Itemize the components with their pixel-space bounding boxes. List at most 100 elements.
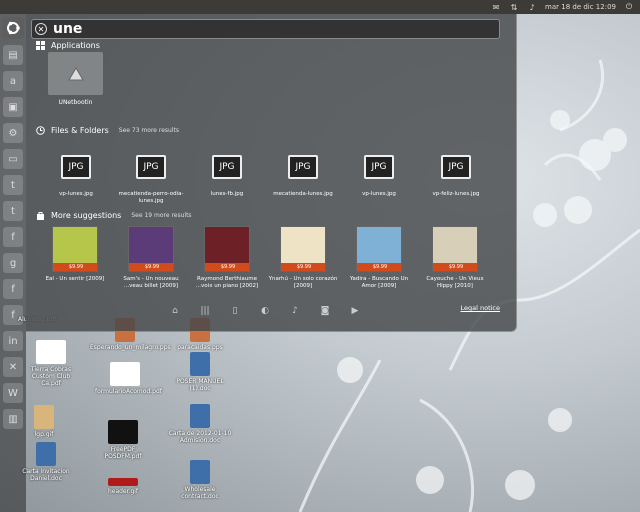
album-label: Ynarhú - Un solo corazón [2009] — [268, 276, 338, 289]
jpg-file-icon: JPG — [288, 155, 318, 179]
price-tag: $9.99 — [205, 263, 249, 271]
music-note-icon[interactable]: ♪ — [288, 304, 302, 318]
desktop-file[interactable]: POSER MANUEL (1).doc — [165, 352, 235, 392]
desktop-file[interactable]: Tierra Cobras Custom Club Ca.pdf — [22, 340, 80, 387]
pdf-thumbnail-icon — [36, 340, 66, 364]
album-label: Raymond Berthiaume ...voix un piano [200… — [195, 276, 259, 289]
writer-doc-icon — [190, 404, 210, 428]
applications-header: Applications — [36, 41, 100, 50]
photos-lens-icon[interactable]: ◙ — [318, 304, 332, 318]
twitter-icon[interactable]: t — [3, 201, 23, 221]
file-label: vp-lunes.jpg — [362, 191, 396, 197]
album-cover: $9.99 — [432, 226, 478, 272]
desktop-file-label: FreePDF POSDFM.pdf — [104, 446, 142, 460]
desktop-file[interactable]: Carta de 2012-01-10 Admision.doc — [165, 404, 235, 444]
file-result[interactable]: JPG mecatienda-lunes.jpg — [263, 155, 343, 198]
writer-doc-icon — [36, 442, 56, 466]
clear-search-icon[interactable]: ✕ — [35, 23, 47, 35]
album-result[interactable]: $9.99 Eal - Un sentir [2009] — [38, 226, 112, 283]
desktop-file-label: POSER MANUEL (1).doc — [176, 378, 224, 392]
writer-doc-icon — [190, 352, 210, 376]
desktop-file-label: formularioAcomod.pdf — [95, 388, 162, 395]
files-lens-icon[interactable]: ▯ — [228, 304, 242, 318]
desktop-file[interactable]: Carta invitacion Daniel.doc — [18, 442, 74, 482]
video-lens-icon[interactable]: ▶ — [348, 304, 362, 318]
desktop-file[interactable]: lgp.gif — [22, 405, 66, 438]
album-label: Yadira - Buscando Un Amor [2009] — [349, 276, 409, 289]
price-tag: $9.99 — [129, 263, 173, 271]
see-more-suggestions-link[interactable]: See 19 more results — [131, 212, 191, 219]
file-label: lunes-fb.jpg — [210, 191, 244, 197]
apps-lens-icon[interactable]: ||| — [198, 304, 212, 318]
facebook-icon[interactable]: f — [3, 227, 23, 247]
dash-home-button[interactable] — [2, 17, 24, 39]
home-lens-icon[interactable]: ⌂ — [168, 304, 182, 318]
amazon-icon[interactable]: a — [3, 71, 23, 91]
desktop-file-label: lgp.gif — [34, 431, 54, 438]
search-input[interactable] — [53, 21, 453, 37]
album-cover: $9.99 — [356, 226, 402, 272]
file-label: vp-feliz-lunes.jpg — [432, 191, 480, 197]
desktop-file-label: header.gif — [107, 488, 139, 495]
desktop-file-label: Carta invitacion Daniel.doc — [22, 468, 70, 482]
desktop-file-label: paracaidas.pps — [177, 344, 223, 351]
twitter-icon[interactable]: t — [3, 175, 23, 195]
jpg-file-icon: JPG — [136, 155, 166, 179]
clock-icon — [36, 126, 45, 135]
file-result[interactable]: JPG mecatienda-perro-odia-lunes.jpg — [111, 155, 191, 205]
software-center-icon[interactable]: ▣ — [3, 97, 23, 117]
file-result[interactable]: JPG vp-lunes.jpg — [36, 155, 116, 198]
file-label: vp-lunes.jpg — [59, 191, 93, 197]
section-title: More suggestions — [51, 211, 122, 220]
linkedin-icon[interactable]: in — [3, 331, 23, 351]
terminal-icon[interactable]: ▭ — [3, 149, 23, 169]
facebook-icon[interactable]: f — [3, 279, 23, 299]
price-tag: $9.99 — [433, 263, 477, 271]
writer-icon[interactable]: W — [3, 383, 23, 403]
album-result[interactable]: $9.99 Sam's - Un nouveau ...veau billet … — [114, 226, 188, 290]
file-label: mecatienda-perro-odia-lunes.jpg — [118, 191, 184, 204]
app-result-unetbootin[interactable]: UNetbootin — [48, 52, 103, 112]
desktop-file-label: Carta de 2012-01-10 Admision.doc — [168, 430, 232, 444]
file-result[interactable]: JPG vp-lunes.jpg — [339, 155, 419, 198]
desktop-file[interactable]: header.gif — [95, 478, 151, 495]
settings-icon[interactable]: ⚙ — [3, 123, 23, 143]
price-tag: $9.99 — [281, 263, 325, 271]
clock[interactable]: mar 18 de dic 12:09 — [545, 3, 616, 11]
desktop-file[interactable]: FreePDF POSDFM.pdf — [95, 420, 151, 460]
album-result[interactable]: $9.99 Raymond Berthiaume ...voix un pian… — [190, 226, 264, 290]
image-icon — [108, 478, 138, 486]
file-result[interactable]: JPG vp-feliz-lunes.jpg — [416, 155, 496, 198]
file-result[interactable]: JPG lunes-fb.jpg — [187, 155, 267, 198]
volume-icon[interactable]: ♪ — [527, 3, 537, 12]
app-label: UNetbootin — [58, 99, 93, 106]
desktop-file[interactable]: Wholesale contract.doc — [165, 460, 235, 500]
dash-overlay: ✕ Applications UNetbootin Files & Folder… — [26, 14, 517, 332]
trash-icon[interactable]: ▥ — [3, 409, 23, 429]
suggestions-header: More suggestions See 19 more results — [36, 211, 192, 220]
music-lens-icon[interactable]: ◐ — [258, 304, 272, 318]
jpg-file-icon: JPG — [212, 155, 242, 179]
pdf-thumbnail-icon — [108, 420, 138, 444]
network-icon[interactable]: ⇅ — [509, 3, 519, 12]
google-plus-icon[interactable]: g — [3, 253, 23, 273]
files-icon[interactable]: ▤ — [3, 45, 23, 65]
see-more-files-link[interactable]: See 73 more results — [119, 127, 179, 134]
ubuntu-logo-icon — [7, 21, 20, 35]
unetbootin-icon — [68, 67, 84, 81]
desktop-file[interactable]: formularioAcomod.pdf — [95, 362, 162, 395]
files-header: Files & Folders See 73 more results — [36, 126, 179, 135]
mail-icon[interactable]: ✉ — [491, 3, 501, 12]
album-result[interactable]: $9.99 Cayouche - Un Vieux Hippy [2010] — [418, 226, 492, 290]
tools-icon[interactable]: ✕ — [3, 357, 23, 377]
album-result[interactable]: $9.99 Ynarhú - Un solo corazón [2009] — [266, 226, 340, 290]
album-cover: $9.99 — [128, 226, 174, 272]
power-icon[interactable]: ⏻ — [624, 2, 634, 11]
album-result[interactable]: $9.99 Yadira - Buscando Un Amor [2009] — [342, 226, 416, 290]
album-label: Eal - Un sentir [2009] — [45, 276, 105, 282]
album-cover: $9.99 — [204, 226, 250, 272]
album-label: Cayouche - Un Vieux Hippy [2010] — [426, 276, 484, 289]
section-title: Files & Folders — [51, 126, 109, 135]
legal-notice-link[interactable]: Legal notice — [460, 304, 500, 312]
jpg-file-icon: JPG — [61, 155, 91, 179]
